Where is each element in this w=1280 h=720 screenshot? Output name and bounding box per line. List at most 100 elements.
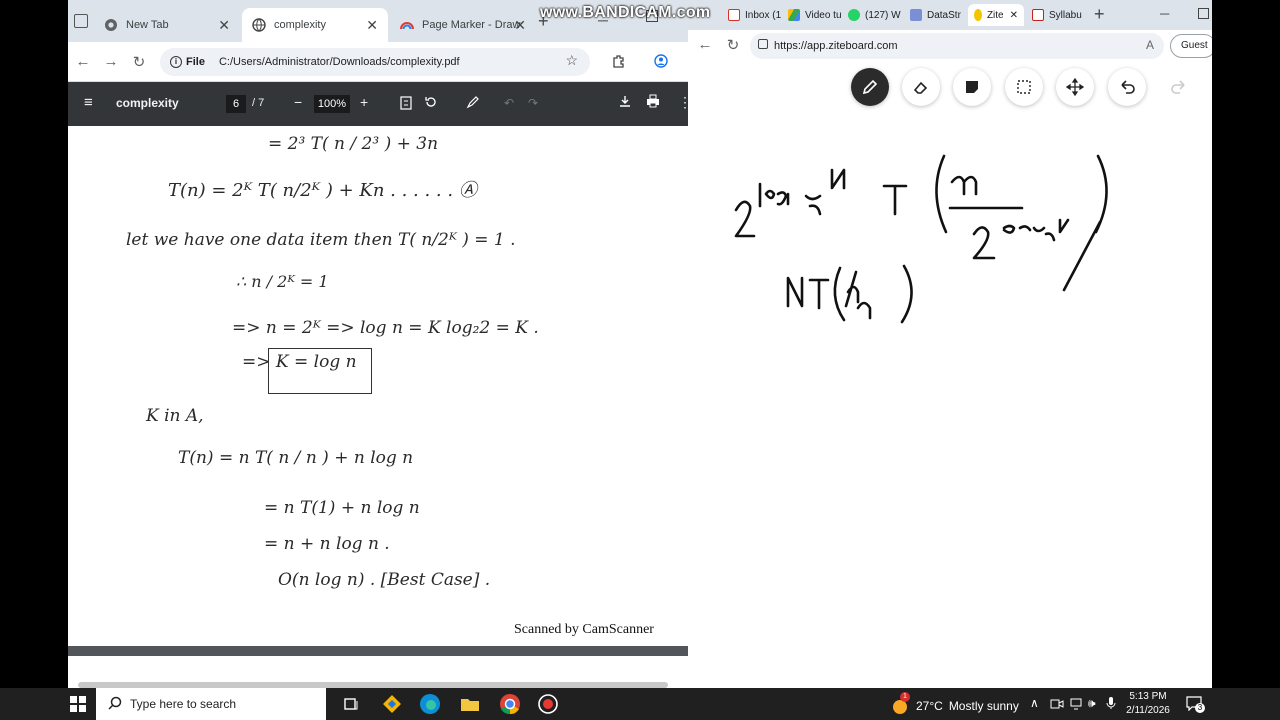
weather-badge: 1 — [900, 692, 910, 702]
zoom-in-button[interactable]: + — [360, 94, 368, 110]
clock-date: 2/11/2026 — [1126, 705, 1170, 716]
close-icon[interactable]: ✕ — [514, 17, 526, 34]
bandicam-record-icon[interactable] — [536, 692, 560, 716]
handwritten-line: T(n) = 2ᴷ T( n/2ᴷ ) + Kn . . . . . . Ⓐ — [168, 180, 477, 201]
stroke-log2N-denominator — [1002, 218, 1070, 242]
minimize-button[interactable]: ─ — [1160, 6, 1169, 21]
extensions-icon[interactable] — [612, 54, 626, 71]
pencil-icon[interactable] — [851, 68, 889, 106]
reload-icon[interactable]: ↻ — [130, 53, 148, 71]
download-icon[interactable] — [618, 94, 632, 111]
paren-left2 — [833, 266, 846, 322]
pdf-viewport[interactable]: = 2³ T( n / 2³ ) + 3n T(n) = 2ᴷ T( n/2ᴷ … — [68, 126, 688, 688]
new-tab-button[interactable]: + — [1094, 4, 1105, 25]
left-browser-window: New Tab ✕ complexity ✕ Page Marker - Dra… — [68, 0, 688, 688]
stroke-2-denominator — [972, 226, 996, 260]
notification-count: 3 — [1195, 703, 1205, 713]
print-icon[interactable] — [646, 94, 660, 111]
close-icon[interactable]: ✕ — [218, 17, 230, 34]
sticky-note-icon[interactable] — [953, 68, 991, 106]
task-view-icon[interactable] — [340, 692, 364, 716]
tab-search-icon[interactable] — [74, 14, 88, 28]
select-icon[interactable] — [1005, 68, 1043, 106]
right-browser-window: Inbox (1 Video tu (127) W DataStr Zite ✕ — [688, 0, 1212, 688]
tab-complexity[interactable]: complexity ✕ — [242, 8, 388, 42]
stroke-2 — [734, 200, 756, 238]
screen: New Tab ✕ complexity ✕ Page Marker - Dra… — [0, 0, 1280, 720]
zoom-input[interactable]: 100% — [314, 95, 350, 113]
address-bar[interactable]: https://app.ziteboard.com A — [750, 33, 1164, 59]
search-icon — [108, 696, 122, 713]
paren-right2 — [900, 264, 913, 324]
app-diamond-icon[interactable] — [380, 692, 404, 716]
rainbow-icon — [400, 18, 414, 32]
menu-icon[interactable]: ≡ — [84, 94, 93, 111]
scanner-watermark: Scanned by CamScanner — [514, 622, 654, 637]
meet-now-icon[interactable] — [1050, 697, 1064, 715]
read-aloud-icon[interactable]: A — [1146, 38, 1154, 52]
windows-start-icon[interactable] — [70, 696, 86, 717]
tab-video[interactable]: Video tu — [788, 4, 842, 26]
site-info-chip[interactable]: i File — [170, 56, 205, 68]
chrome-icon[interactable] — [498, 692, 522, 716]
network-icon[interactable] — [1070, 697, 1084, 715]
address-bar[interactable]: i File C:/Users/Administrator/Downloads/… — [160, 48, 590, 76]
chrome-icon — [104, 18, 118, 32]
tab-page-marker[interactable]: Page Marker - Draw ✕ — [390, 8, 536, 42]
more-options-icon[interactable]: ⋮ — [678, 94, 688, 111]
eraser-icon[interactable] — [902, 68, 940, 106]
maximize-button[interactable] — [1198, 8, 1209, 19]
url-text: C:/Users/Administrator/Downloads/complex… — [218, 56, 460, 68]
redo-icon[interactable]: ↷ — [528, 96, 538, 110]
notification-icon[interactable]: 3 — [1186, 695, 1205, 716]
recording-watermark: www.BANDICAM.com — [540, 4, 711, 21]
bookmark-star-icon[interactable]: ☆ — [565, 52, 578, 69]
tab-whatsapp[interactable]: (127) W — [848, 4, 901, 26]
close-icon[interactable]: ✕ — [1010, 10, 1018, 21]
back-arrow-icon[interactable]: ← — [696, 36, 714, 53]
taskbar-search-box[interactable]: Type here to search — [96, 688, 326, 720]
right-address-bar-row: ← ↻ https://app.ziteboard.com A Guest — [688, 30, 1212, 62]
tab-label: Page Marker - Draw — [422, 19, 521, 31]
page-number-input[interactable]: 6 — [226, 95, 246, 113]
whatsapp-icon — [848, 9, 860, 21]
handwritten-line: => n = 2ᴷ => log n = K log₂2 = K . — [232, 318, 539, 338]
guest-profile-button[interactable]: Guest — [1170, 34, 1212, 58]
weather-widget[interactable]: 1 27°C Mostly sunny — [890, 692, 1019, 716]
edge-icon[interactable] — [418, 692, 442, 716]
handwritten-line: T(n) = n T( n / n ) + n log n — [178, 448, 414, 468]
sun-icon: 1 — [890, 692, 910, 716]
zoom-out-button[interactable]: − — [294, 94, 302, 110]
microphone-icon[interactable] — [1106, 696, 1116, 715]
system-clock[interactable]: 5:13 PM 2/11/2026 — [1118, 690, 1178, 718]
forward-arrow-icon[interactable]: → — [102, 53, 120, 70]
tab-inbox[interactable]: Inbox (1 — [728, 4, 781, 26]
tab-syllabus[interactable]: Syllabu — [1032, 4, 1082, 26]
right-tab-strip: Inbox (1 Video tu (127) W DataStr Zite ✕ — [688, 0, 1212, 30]
board-drawing — [734, 154, 1108, 324]
undo-icon[interactable] — [1108, 68, 1146, 106]
page-total: / 7 — [252, 97, 265, 109]
whiteboard-canvas[interactable] — [688, 110, 1212, 688]
fit-page-icon[interactable] — [400, 96, 412, 113]
file-explorer-icon[interactable] — [458, 692, 482, 716]
profile-icon[interactable] — [654, 54, 668, 71]
tab-datastr[interactable]: DataStr — [910, 4, 961, 26]
rotate-icon[interactable] — [424, 95, 438, 112]
stroke-T — [882, 184, 908, 216]
tab-new-tab[interactable]: New Tab ✕ — [94, 8, 240, 42]
annotate-pen-icon[interactable] — [466, 95, 480, 112]
clock-time: 5:13 PM — [1129, 691, 1167, 702]
reload-icon[interactable]: ↻ — [724, 36, 742, 54]
chevron-up-icon[interactable]: ∧ — [1030, 696, 1039, 710]
redo-icon[interactable] — [1160, 68, 1198, 106]
pdf-icon — [1032, 9, 1044, 21]
close-icon[interactable]: ✕ — [366, 17, 378, 34]
tab-ziteboard[interactable]: Zite ✕ — [968, 4, 1024, 26]
speaker-icon[interactable]: 🕪 — [1088, 696, 1096, 711]
site-info-icon[interactable] — [758, 39, 768, 49]
move-icon[interactable] — [1056, 68, 1094, 106]
undo-icon[interactable]: ↶ — [504, 96, 514, 110]
pdf-title: complexity — [116, 96, 179, 110]
back-arrow-icon[interactable]: ← — [74, 53, 92, 70]
